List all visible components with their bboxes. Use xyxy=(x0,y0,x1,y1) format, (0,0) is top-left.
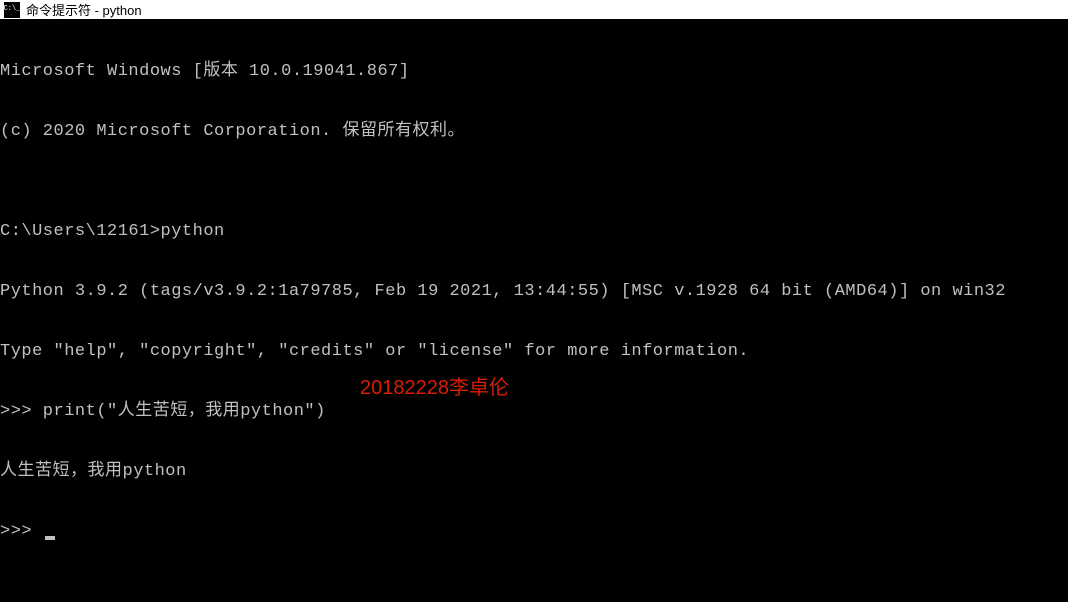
terminal-line: C:\Users\12161>python xyxy=(0,222,1068,242)
terminal-line: Python 3.9.2 (tags/v3.9.2:1a79785, Feb 1… xyxy=(0,282,1068,302)
window-title: 命令提示符 - python xyxy=(26,0,142,19)
cmd-icon xyxy=(4,2,20,18)
terminal-area[interactable]: Microsoft Windows [版本 10.0.19041.867] (c… xyxy=(0,20,1068,602)
terminal-line: 人生苦短，我用python xyxy=(0,462,1068,482)
terminal-line: Microsoft Windows [版本 10.0.19041.867] xyxy=(0,62,1068,82)
terminal-prompt-line: >>> xyxy=(0,522,1068,542)
cursor-icon xyxy=(45,536,55,540)
app-window: 命令提示符 - python Microsoft Windows [版本 10.… xyxy=(0,0,1068,578)
titlebar[interactable]: 命令提示符 - python xyxy=(0,0,1068,20)
terminal-line: (c) 2020 Microsoft Corporation. 保留所有权利。 xyxy=(0,122,1068,142)
terminal-line: >>> print("人生苦短，我用python") xyxy=(0,402,1068,422)
terminal-line: Type "help", "copyright", "credits" or "… xyxy=(0,342,1068,362)
terminal-prompt: >>> xyxy=(0,522,43,541)
watermark-text: 20182228李卓伦 xyxy=(360,378,509,398)
